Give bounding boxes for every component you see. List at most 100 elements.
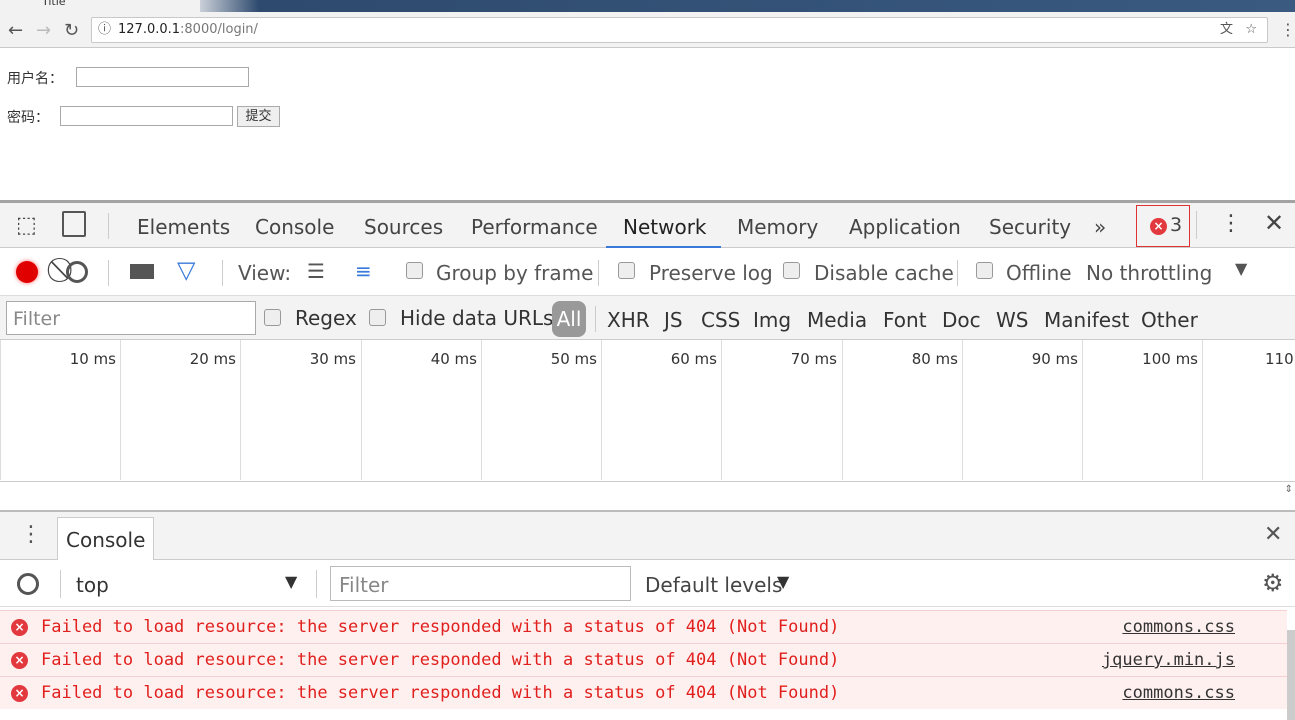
capture-screenshots-icon[interactable] xyxy=(130,264,154,279)
regex-checkbox[interactable] xyxy=(264,309,281,326)
inspect-element-icon[interactable]: ⬚ xyxy=(16,213,37,238)
error-icon: × xyxy=(11,619,28,636)
message-source-link[interactable]: jquery.min.js xyxy=(1102,644,1235,676)
regex-label: Regex xyxy=(295,306,357,330)
requests-area: ⇕ xyxy=(0,482,1295,512)
url-host: 127.0.0.1 xyxy=(118,22,181,37)
timeline-tick: 20 ms xyxy=(120,340,240,480)
error-count-badge[interactable]: × 3 xyxy=(1136,205,1190,247)
context-select[interactable]: top xyxy=(76,573,109,597)
reload-icon[interactable]: ↻ xyxy=(64,20,79,41)
filter-type-img[interactable]: Img xyxy=(753,308,791,332)
offline-checkbox[interactable] xyxy=(976,262,993,279)
throttling-select[interactable]: No throttling xyxy=(1086,261,1212,285)
dropdown-arrow-icon[interactable]: ▼ xyxy=(777,572,789,591)
timeline-tick: 30 ms xyxy=(240,340,360,480)
error-icon: × xyxy=(1150,218,1167,235)
password-input[interactable] xyxy=(60,106,233,126)
error-icon: × xyxy=(11,685,28,702)
drawer-menu-icon[interactable]: ⋮ xyxy=(20,522,42,547)
submit-button[interactable]: 提交 xyxy=(237,106,280,127)
scrollbar[interactable]: ⇕ xyxy=(1285,484,1293,495)
filter-type-doc[interactable]: Doc xyxy=(942,308,981,332)
tab-memory[interactable]: Memory xyxy=(737,211,818,249)
timeline-tick: 80 ms xyxy=(842,340,962,480)
hide-data-urls-checkbox[interactable] xyxy=(369,309,386,326)
console-error-message: × Failed to load resource: the server re… xyxy=(0,643,1287,676)
timeline-tick: 40 ms xyxy=(361,340,481,480)
console-error-message: × Failed to load resource: the server re… xyxy=(0,610,1287,643)
clear-icon[interactable] xyxy=(66,261,88,283)
device-toolbar-icon[interactable] xyxy=(62,211,86,237)
back-icon[interactable]: ← xyxy=(8,20,23,41)
settings-gear-icon[interactable]: ⚙ xyxy=(1262,569,1284,597)
offline-label: Offline xyxy=(1006,261,1072,285)
console-filter-input[interactable]: Filter xyxy=(330,566,631,601)
disable-cache-label: Disable cache xyxy=(814,261,954,285)
filter-type-all[interactable]: All xyxy=(552,301,586,337)
timeline-tick: 90 ms xyxy=(962,340,1082,480)
tab-security[interactable]: Security xyxy=(989,211,1071,249)
tab-strip: Title xyxy=(0,0,1295,12)
filter-type-ws[interactable]: WS xyxy=(996,308,1028,332)
url-path: :8000/login/ xyxy=(180,22,258,37)
dropdown-arrow-icon[interactable]: ▼ xyxy=(1235,259,1247,278)
info-icon[interactable]: ⓘ xyxy=(98,18,111,42)
view-label: View: xyxy=(238,261,292,285)
group-by-frame-checkbox[interactable] xyxy=(406,262,423,279)
network-overview-timeline[interactable]: 10 ms 20 ms 30 ms 40 ms 50 ms 60 ms 70 m… xyxy=(0,340,1295,482)
console-toolbar: top ▼ Filter Default levels ▼ ⚙ xyxy=(0,560,1295,607)
chrome-menu-icon[interactable]: ⋮ xyxy=(1280,20,1295,39)
filter-type-manifest[interactable]: Manifest xyxy=(1044,308,1129,332)
devtools-tabbar: ⬚ Elements Console Sources Performance N… xyxy=(0,200,1295,249)
large-rows-icon[interactable]: ☰ xyxy=(307,259,325,283)
message-source-link[interactable]: commons.css xyxy=(1122,611,1235,643)
dropdown-arrow-icon[interactable]: ▼ xyxy=(285,572,297,591)
tab-console[interactable]: Console xyxy=(255,211,334,249)
error-icon: × xyxy=(11,652,28,669)
forward-icon[interactable]: → xyxy=(36,20,51,41)
filter-type-xhr[interactable]: XHR xyxy=(607,308,650,332)
devtools-menu-icon[interactable]: ⋮ xyxy=(1220,211,1242,236)
close-devtools-icon[interactable]: ✕ xyxy=(1264,209,1284,237)
tab-elements[interactable]: Elements xyxy=(137,211,230,249)
filter-type-media[interactable]: Media xyxy=(807,308,867,332)
translate-icon[interactable]: 文 xyxy=(1220,18,1233,42)
filter-icon[interactable]: ▽ xyxy=(177,256,195,284)
timeline-tick: 70 ms xyxy=(721,340,841,480)
close-drawer-icon[interactable]: ✕ xyxy=(1264,522,1282,547)
group-by-frame-label: Group by frame xyxy=(436,261,594,285)
filter-type-other[interactable]: Other xyxy=(1141,308,1198,332)
url-input[interactable]: ⓘ 127.0.0.1:8000/login/ 文 ☆ xyxy=(91,17,1268,43)
page-content: 用户名： 密码： 提交 xyxy=(0,48,1295,200)
tab-application[interactable]: Application xyxy=(849,211,961,249)
waterfall-icon[interactable]: ≡ xyxy=(355,259,372,283)
record-icon[interactable] xyxy=(16,261,38,283)
drawer-tab-console[interactable]: Console xyxy=(57,517,155,561)
password-label: 密码： xyxy=(7,110,49,126)
message-text: Failed to load resource: the server resp… xyxy=(41,683,840,703)
tab-sources[interactable]: Sources xyxy=(364,211,443,249)
timeline-tick: 110 xyxy=(1202,340,1295,480)
tab-performance[interactable]: Performance xyxy=(471,211,598,249)
filter-type-font[interactable]: Font xyxy=(883,308,927,332)
message-text: Failed to load resource: the server resp… xyxy=(41,650,840,670)
browser-tab[interactable]: Title xyxy=(0,0,200,12)
filter-type-js[interactable]: JS xyxy=(664,308,683,332)
timeline-tick: 10 ms xyxy=(0,340,120,480)
clear-console-icon[interactable] xyxy=(17,573,39,595)
more-tabs-icon[interactable]: » xyxy=(1094,211,1106,249)
hide-data-urls-label: Hide data URLs xyxy=(400,306,554,330)
timeline-tick: 100 ms xyxy=(1082,340,1202,480)
network-filter-input[interactable]: Filter xyxy=(6,301,256,335)
filter-type-css[interactable]: CSS xyxy=(701,308,740,332)
console-scrollbar[interactable] xyxy=(1287,630,1295,720)
timeline-tick: 60 ms xyxy=(601,340,721,480)
username-input[interactable] xyxy=(76,67,249,87)
disable-cache-checkbox[interactable] xyxy=(783,262,800,279)
preserve-log-checkbox[interactable] xyxy=(618,262,635,279)
tab-network[interactable]: Network xyxy=(606,211,721,249)
message-source-link[interactable]: commons.css xyxy=(1122,677,1235,709)
log-levels-select[interactable]: Default levels xyxy=(645,573,782,597)
star-icon[interactable]: ☆ xyxy=(1245,18,1257,42)
